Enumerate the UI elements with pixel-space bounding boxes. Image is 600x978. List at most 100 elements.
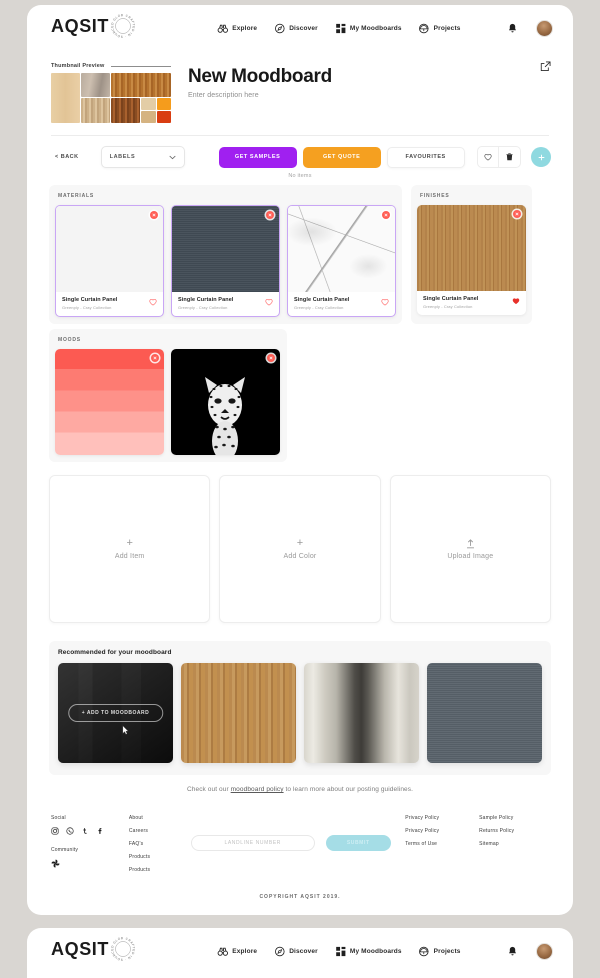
- heart-outline-icon[interactable]: [381, 298, 389, 306]
- card-thumbnail: [55, 349, 164, 455]
- card-subtitle: Greenply - Cray Collection: [178, 305, 228, 310]
- labels-dropdown[interactable]: LABELS: [100, 146, 185, 168]
- footer-link-about[interactable]: About: [129, 815, 191, 821]
- footer-link-privacy-policy-1[interactable]: Privacy Policy: [405, 815, 479, 821]
- moodboard-toolbar: < BACK LABELS GET SAMPLES GET QUOTE FAVO…: [27, 136, 573, 168]
- add-button[interactable]: [531, 147, 551, 167]
- nav-item-discover[interactable]: Discover: [274, 23, 318, 34]
- twitter-icon[interactable]: [81, 827, 89, 835]
- card-thumbnail: [56, 206, 163, 292]
- remove-icon[interactable]: [150, 211, 158, 219]
- moodboard-card[interactable]: Single Curtain Panel Greenply - Cray Col…: [55, 205, 164, 317]
- whatsapp-icon[interactable]: [66, 827, 74, 835]
- policy-note: Check out our moodboard policy to learn …: [49, 786, 551, 793]
- nav-label-explore: Explore: [232, 947, 258, 955]
- footer-link-sitemap[interactable]: Sitemap: [479, 841, 549, 847]
- add-color-card[interactable]: + Add Color: [219, 475, 381, 623]
- footer-link-sample-policy[interactable]: Sample Policy: [479, 815, 549, 821]
- moodboard-card[interactable]: Single Curtain Panel Greenply - Cray Col…: [287, 205, 396, 317]
- umbrella-icon: [419, 946, 429, 956]
- delete-button[interactable]: [499, 146, 521, 168]
- recommended-card[interactable]: [181, 663, 296, 763]
- pinwheel-icon[interactable]: [51, 859, 60, 868]
- mood-card[interactable]: [171, 349, 280, 455]
- heart-outline-icon[interactable]: [149, 298, 157, 306]
- card-subtitle: Greenply - Cray Collection: [62, 305, 112, 310]
- instagram-icon[interactable]: [51, 827, 59, 835]
- notification-bell-icon[interactable]: [508, 946, 517, 957]
- site-footer: Social Community About Careers FAQ's Pro…: [27, 793, 573, 880]
- get-quote-button[interactable]: GET QUOTE: [302, 146, 381, 168]
- card-title: Single Curtain Panel: [423, 296, 479, 302]
- nav-item-projects[interactable]: Projects: [419, 946, 461, 957]
- footer-link-faqs[interactable]: FAQ's: [129, 841, 191, 847]
- card-thumbnail: [288, 206, 395, 292]
- page-title[interactable]: New Moodboard: [188, 66, 332, 88]
- external-link-icon[interactable]: [540, 61, 551, 72]
- favourites-button[interactable]: FAVOURITES: [386, 146, 465, 168]
- back-button[interactable]: < BACK: [49, 150, 85, 164]
- facebook-icon[interactable]: [96, 827, 104, 835]
- submit-button[interactable]: SUBMIT: [325, 835, 391, 851]
- card-title: Single Curtain Panel: [62, 297, 118, 303]
- logo[interactable]: AQSIT CRAFTED IN · SOURCED GLOBALLY ·: [51, 936, 136, 962]
- nav-item-explore[interactable]: Explore: [217, 946, 257, 957]
- nav-item-discover[interactable]: Discover: [274, 946, 318, 957]
- remove-icon[interactable]: [266, 211, 274, 219]
- description-placeholder[interactable]: Enter description here: [188, 92, 332, 99]
- chevron-down-icon: [169, 155, 176, 159]
- remove-icon[interactable]: [382, 211, 390, 219]
- thumb-swatch: [141, 111, 156, 123]
- thumb-swatch: [156, 98, 171, 110]
- moodboard-card[interactable]: Single Curtain Panel Greenply - Cray Col…: [171, 205, 280, 317]
- main-nav-secondary: Explore Discover My Moodboards Projects: [217, 946, 460, 957]
- group-materials: MATERIALS Single Curtain Panel Greenply …: [49, 185, 402, 324]
- nav-item-my-moodboards[interactable]: My Moodboards: [335, 946, 402, 957]
- binoculars-icon: [217, 24, 228, 33]
- remove-icon[interactable]: [513, 210, 521, 218]
- moodboard-policy-link[interactable]: moodboard policy: [231, 786, 284, 793]
- footer-legal-column-1: Privacy Policy Privacy Policy Terms of U…: [405, 815, 479, 880]
- landline-input[interactable]: [190, 835, 315, 851]
- card-subtitle: Greenply - Cray Collection: [294, 305, 344, 310]
- group-title-moods: MOODS: [58, 337, 81, 343]
- nav-label-discover: Discover: [289, 24, 318, 32]
- footer-link-terms-of-use[interactable]: Terms of Use: [405, 841, 479, 847]
- footer-link-products-2[interactable]: Products: [129, 867, 191, 873]
- recommended-card[interactable]: [427, 663, 542, 763]
- footer-link-products-1[interactable]: Products: [129, 854, 191, 860]
- favourite-toggle-button[interactable]: [477, 146, 499, 168]
- avatar[interactable]: [536, 19, 553, 37]
- footer-link-privacy-policy-2[interactable]: Privacy Policy: [405, 828, 479, 834]
- get-samples-button[interactable]: GET SAMPLES: [218, 146, 297, 168]
- recommended-card[interactable]: [304, 663, 419, 763]
- logo-seal-icon: CRAFTED IN · SOURCED GLOBALLY ·: [110, 13, 136, 39]
- plus-icon: +: [296, 537, 304, 549]
- add-item-card[interactable]: + Add Item: [49, 475, 211, 623]
- logo-text: AQSIT: [51, 16, 110, 36]
- nav-item-explore[interactable]: Explore: [217, 23, 257, 34]
- footer-link-careers[interactable]: Careers: [129, 828, 191, 834]
- nav-item-my-moodboards[interactable]: My Moodboards: [335, 23, 402, 34]
- heart-filled-icon[interactable]: [512, 297, 520, 305]
- avatar[interactable]: [536, 942, 553, 960]
- mood-card[interactable]: [55, 349, 164, 455]
- recommended-card[interactable]: + ADD TO MOODBOARD: [58, 663, 173, 763]
- notification-bell-icon[interactable]: [508, 23, 517, 34]
- heart-outline-icon[interactable]: [265, 298, 273, 306]
- card-title: Single Curtain Panel: [178, 297, 234, 303]
- logo[interactable]: AQSIT CRAFTED IN · SOURCED GLOBALLY ·: [51, 13, 136, 39]
- card-thumbnail: [417, 205, 526, 291]
- thumbnail-preview-label: Thumbnail Preview: [51, 63, 105, 69]
- moodboard-title-section: Thumbnail Preview New Moodboard Enter de…: [27, 51, 573, 123]
- nav-item-projects[interactable]: Projects: [419, 23, 461, 34]
- moodboard-card[interactable]: Single Curtain Panel Greenply - Cray Col…: [417, 205, 526, 315]
- card-thumbnail: [171, 349, 280, 455]
- remove-icon[interactable]: [151, 354, 159, 362]
- add-to-moodboard-button[interactable]: + ADD TO MOODBOARD: [67, 704, 164, 722]
- upload-image-card[interactable]: Upload Image: [389, 475, 551, 623]
- remove-icon[interactable]: [267, 354, 275, 362]
- footer-link-returns-policy[interactable]: Returns Policy: [479, 828, 549, 834]
- add-item-label: Add Item: [114, 553, 145, 560]
- nav-label-projects: Projects: [433, 24, 461, 32]
